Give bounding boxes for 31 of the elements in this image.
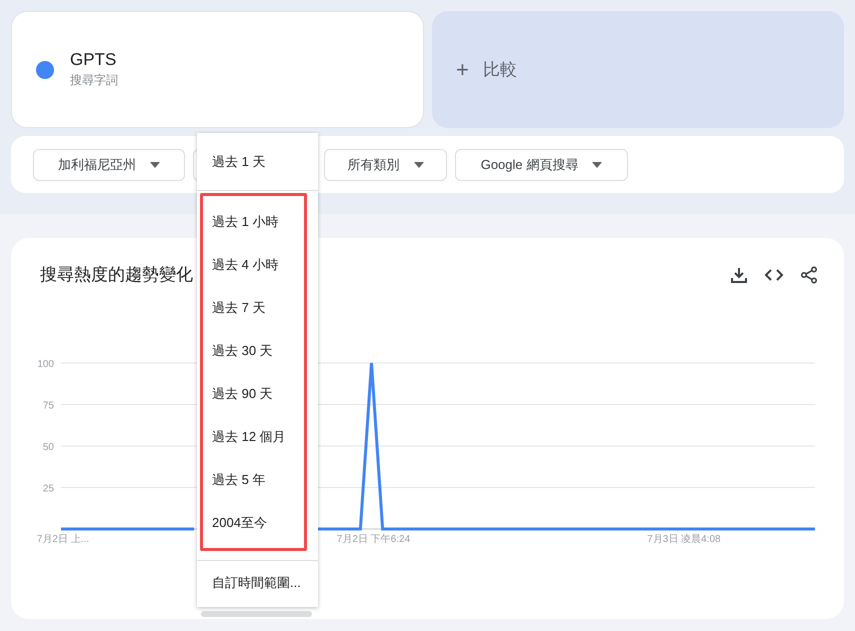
caret-icon — [592, 162, 602, 168]
term-subtitle: 搜尋字詞 — [70, 72, 118, 89]
y-tick-label: 50 — [42, 442, 54, 452]
menu-option[interactable]: 過去 4 小時 — [200, 243, 304, 286]
menu-option[interactable]: 2004至今 — [200, 501, 304, 544]
share-icon[interactable] — [800, 266, 818, 284]
filter-dropdown[interactable]: 加利福尼亞州 — [33, 148, 185, 180]
menu-current-option[interactable]: 過去 1 天 — [197, 133, 318, 190]
compare-button[interactable]: + 比較 — [432, 11, 844, 128]
y-tick-label: 75 — [42, 400, 54, 411]
term-name: GPTS — [70, 50, 118, 71]
chart-title: 搜尋熱度的趨勢變化 — [39, 264, 193, 286]
download-icon[interactable] — [730, 266, 748, 284]
y-tick-label: 100 — [37, 358, 54, 370]
menu-option[interactable]: 過去 5 年 — [200, 458, 304, 501]
menu-option[interactable]: 過去 7 天 — [200, 286, 304, 329]
embed-code-icon[interactable] — [764, 268, 784, 282]
filter-dropdown[interactable]: 所有類別 — [324, 148, 447, 180]
menu-option[interactable]: 過去 90 天 — [200, 372, 304, 415]
menu-option[interactable]: 過去 12 個月 — [200, 415, 304, 458]
x-tick-label: 7月3日 凌晨4:08 — [647, 534, 721, 544]
filter-dropdown[interactable]: Google 網頁搜尋 — [455, 148, 628, 180]
caret-icon — [414, 162, 424, 168]
x-tick-label: 7月2日 上... — [36, 534, 90, 544]
menu-option[interactable]: 自訂時間範圍... — [197, 561, 318, 605]
y-tick-label: 25 — [42, 483, 54, 494]
x-tick-label: 7月2日 下午6:24 — [336, 534, 410, 544]
menu-option[interactable]: 過去 1 小時 — [200, 200, 304, 243]
menu-option[interactable]: 過去 30 天 — [200, 329, 304, 372]
scrollbar[interactable] — [201, 611, 312, 617]
caret-icon — [150, 162, 160, 168]
